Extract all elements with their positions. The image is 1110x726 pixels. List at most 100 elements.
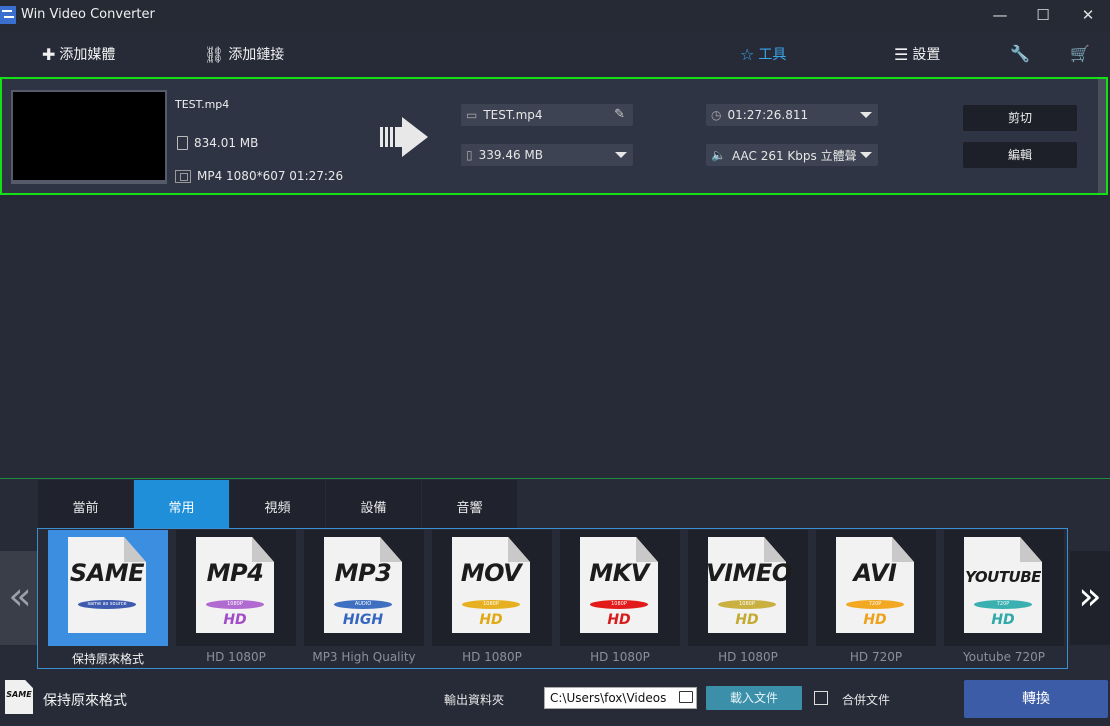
format-name: VIMEO <box>706 559 792 587</box>
format-card-mov[interactable]: MOV 1080P HD HD 1080P <box>432 528 552 668</box>
wrench-icon: 🔧 <box>1010 44 1030 63</box>
chevron-down-icon <box>615 152 627 158</box>
chevron-down-icon <box>860 112 872 118</box>
tab-common[interactable]: 常用 <box>134 480 229 528</box>
output-size: 339.46 MB <box>478 148 543 162</box>
output-size-dropdown[interactable]: ▯ 339.46 MB <box>461 144 633 166</box>
format-quality: HD <box>607 612 631 628</box>
audio-info: AAC 261 Kbps 立體聲 <box>731 148 857 163</box>
output-folder-input[interactable]: C:\Users\fox\Videos <box>544 687 697 709</box>
format-caption: HD 1080P <box>590 650 650 664</box>
format-name: MP3 <box>334 559 392 587</box>
tab-current[interactable]: 當前 <box>38 480 133 528</box>
audio-dropdown[interactable]: 🔈 AAC 261 Kbps 立體聲 <box>706 144 878 166</box>
format-quality: HIGH <box>342 612 384 628</box>
close-button[interactable]: ✕ <box>1073 4 1103 26</box>
duration-dropdown[interactable]: ◷ 01:27:26.811 <box>706 104 878 126</box>
format-caption: Youtube 720P <box>963 650 1045 664</box>
file-icon: ▯ <box>466 148 473 162</box>
app-logo-icon <box>0 6 16 24</box>
format-tag: AUDIO <box>334 600 392 609</box>
maximize-button[interactable]: ☐ <box>1028 4 1058 26</box>
format-name: MP4 <box>206 559 264 587</box>
format-name: MOV <box>460 559 522 587</box>
output-name-field[interactable]: ▭ TEST.mp4 ✎ <box>461 104 633 126</box>
wrench-button[interactable]: 🔧 <box>1010 44 1030 63</box>
format-tag: 1080P <box>718 600 776 609</box>
minimize-button[interactable]: — <box>985 4 1015 26</box>
format-card-avi[interactable]: AVI 720P HD HD 720P <box>816 528 936 668</box>
format-card-youtube[interactable]: YOUTUBE 720P HD Youtube 720P <box>944 528 1064 668</box>
format-quality: HD <box>223 612 247 628</box>
tools-button[interactable]: ☆ 工具 <box>740 44 786 64</box>
duration: 01:27:26.811 <box>727 108 809 122</box>
scroll-left-button[interactable]: « <box>0 551 40 645</box>
scroll-right-button[interactable]: » <box>1070 551 1110 645</box>
format-tag: 720P <box>974 600 1032 609</box>
format-name: YOUTUBE <box>965 568 1041 586</box>
convert-arrow-icon <box>380 117 428 157</box>
output-path: C:\Users\fox\Videos <box>550 691 667 705</box>
pencil-icon[interactable]: ✎ <box>614 107 625 122</box>
chevron-down-icon <box>860 152 872 158</box>
add-media-button[interactable]: ✚ 添加媒體 <box>42 44 115 64</box>
source-info: MP4 1080*607 01:27:26 <box>197 169 344 183</box>
format-name: MKV <box>589 559 649 587</box>
format-card-mp3[interactable]: MP3 AUDIO HIGH MP3 High Quality <box>304 528 424 668</box>
format-quality: HD <box>863 612 887 628</box>
format-caption: HD 1080P <box>462 650 522 664</box>
title-bar: Win Video Converter — ☐ ✕ <box>0 0 1110 32</box>
add-media-label: 添加媒體 <box>59 47 116 63</box>
tab-audio[interactable]: 音響 <box>422 480 517 528</box>
output-name: TEST.mp4 <box>483 108 543 122</box>
cut-button[interactable]: 剪切 <box>963 105 1077 131</box>
source-info-row: MP4 1080*607 01:27:26 <box>175 169 343 183</box>
format-tag: 1080P <box>590 600 648 609</box>
source-size: 834.01 MB <box>194 136 259 150</box>
output-folder-label: 輸出資料夾 <box>444 693 505 707</box>
format-caption: MP3 High Quality <box>312 650 416 664</box>
tab-devices[interactable]: 設備 <box>326 480 421 528</box>
format-tag: 1080P <box>462 600 520 609</box>
format-name: SAME <box>69 559 145 587</box>
thumbnail-image <box>13 92 165 180</box>
source-size-row: 834.01 MB <box>177 136 258 150</box>
edit-button[interactable]: 編輯 <box>963 142 1077 168</box>
folder-icon[interactable] <box>679 691 693 703</box>
tab-video[interactable]: 視頻 <box>230 480 325 528</box>
profile-icon: SAME <box>5 680 33 714</box>
merge-checkbox[interactable] <box>814 691 828 705</box>
source-file-name: TEST.mp4 <box>175 98 230 111</box>
file-row[interactable]: TEST.mp4 834.01 MB MP4 1080*607 01:27:26… <box>0 77 1108 195</box>
format-caption: HD 720P <box>849 650 903 664</box>
tools-label: 工具 <box>758 47 787 63</box>
video-icon: ▭ <box>466 108 478 122</box>
format-tag: same as source <box>78 600 136 609</box>
cart-icon: 🛒 <box>1070 44 1090 63</box>
load-file-button[interactable]: 載入文件 <box>706 686 802 710</box>
format-card-mkv[interactable]: MKV 1080P HD HD 1080P <box>560 528 680 668</box>
format-caption: 保持原來格式 <box>71 652 144 666</box>
format-tabs: 當前 常用 視頻 設備 音響 <box>38 480 518 528</box>
format-quality: HD <box>479 612 503 628</box>
row-scrollbar[interactable] <box>1098 79 1106 193</box>
video-thumbnail[interactable] <box>11 90 167 184</box>
convert-button[interactable]: 轉換 <box>964 680 1108 718</box>
cart-button[interactable]: 🛒 <box>1070 44 1090 63</box>
toolbar: ✚ 添加媒體 ⛓ 添加鏈接 ☆ 工具 ☰ 設置 🔧 🛒 <box>0 32 1110 74</box>
app-title: Win Video Converter <box>21 7 155 22</box>
settings-button[interactable]: ☰ 設置 <box>894 44 940 64</box>
star-icon: ☆ <box>740 44 755 64</box>
add-link-button[interactable]: ⛓ 添加鏈接 <box>204 44 284 64</box>
menu-icon: ☰ <box>894 44 909 64</box>
format-card-vimeo[interactable]: VIMEO 1080P HD HD 1080P <box>688 528 808 668</box>
format-quality: HD <box>991 612 1015 628</box>
format-caption: HD 1080P <box>206 650 266 664</box>
format-card-mp4[interactable]: MP4 1080P HD HD 1080P <box>176 528 296 668</box>
file-list-area <box>0 197 1110 477</box>
format-card-same[interactable]: SAME same as source 保持原來格式 <box>48 528 168 668</box>
format-quality: HD <box>735 612 759 628</box>
merge-label: 合併文件 <box>842 693 891 707</box>
file-icon <box>177 136 188 150</box>
format-name: AVI <box>853 559 897 587</box>
